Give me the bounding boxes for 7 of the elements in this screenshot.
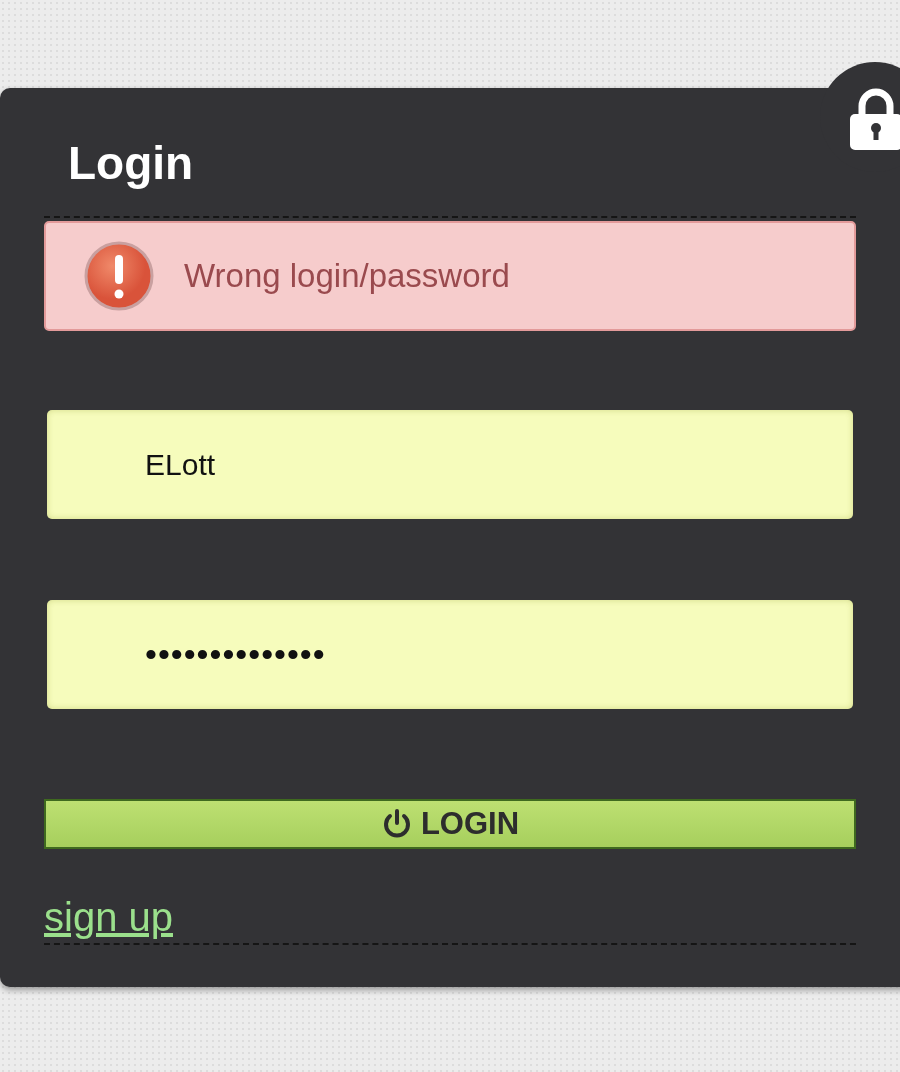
exclamation-icon [84,241,154,311]
sign-up-link[interactable]: sign up [44,895,173,939]
username-field[interactable]: ELott [47,410,853,519]
login-button[interactable]: LOGIN [44,799,856,849]
error-message: Wrong login/password [184,257,510,295]
password-field[interactable]: •••••••••••••• [47,600,853,709]
login-title: Login [68,137,194,189]
